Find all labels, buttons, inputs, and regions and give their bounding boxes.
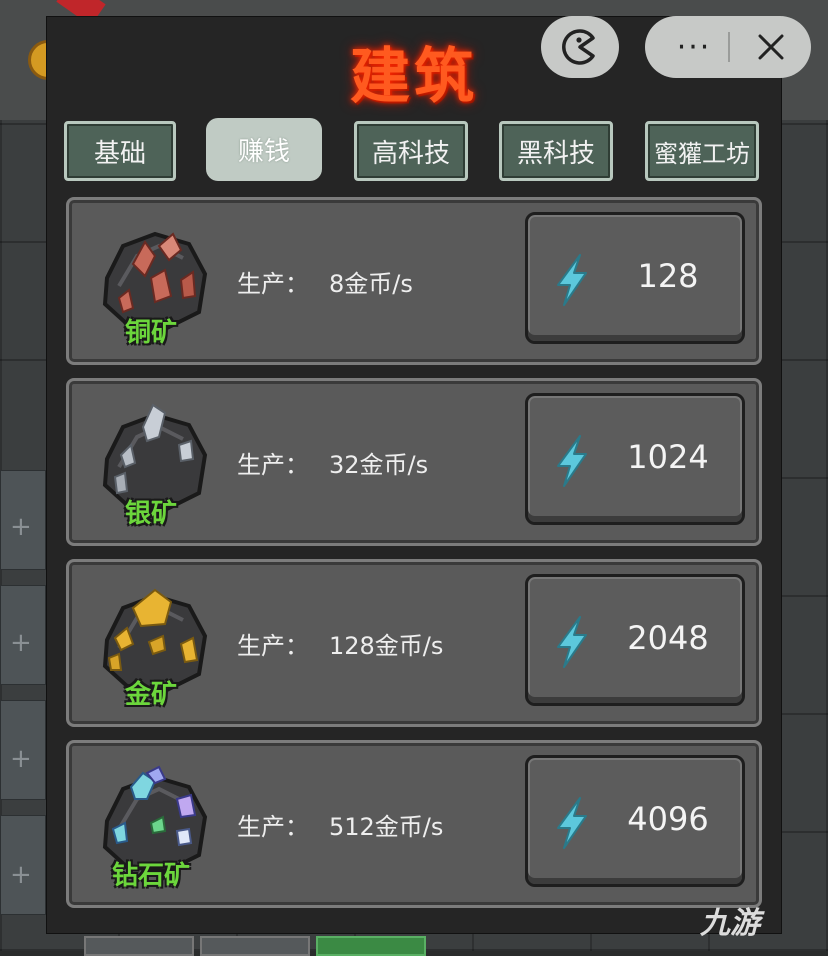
tab-high-tech[interactable]: 高科技: [354, 121, 468, 181]
cost-value: 4096: [627, 800, 709, 838]
building-row-silver: 银矿 生产： 32金币/s 1024: [66, 378, 762, 546]
lightning-icon: [557, 616, 587, 668]
production-value: 128金币/s: [329, 632, 444, 660]
capsule-divider: [728, 32, 730, 62]
production-label: 生产：: [237, 632, 309, 660]
background-button: [316, 936, 426, 956]
lightning-icon: [557, 435, 587, 487]
game-center-button[interactable]: [541, 16, 619, 78]
plus-icon: +: [10, 512, 32, 542]
plus-icon: +: [10, 628, 32, 658]
close-icon: [758, 34, 784, 60]
plus-icon: +: [10, 860, 32, 890]
mini-program-capsule: ···: [645, 16, 811, 78]
cost-value: 2048: [627, 619, 709, 657]
watermark: 九游: [700, 906, 760, 941]
building-name: 铜矿: [124, 318, 177, 348]
building-row-gold: 金矿 生产： 128金币/s 2048: [66, 559, 762, 727]
buy-button-diamond[interactable]: 4096: [525, 755, 745, 887]
more-dots-icon[interactable]: ···: [663, 16, 725, 78]
building-row-diamond: 钻石矿 生产： 512金币/s 4096: [66, 740, 762, 908]
buy-button-gold[interactable]: 2048: [525, 574, 745, 706]
building-row-copper: 铜矿 生产： 8金币/s 128: [66, 197, 762, 365]
cost-value: 128: [637, 257, 699, 295]
tab-black-tech[interactable]: 黑科技: [499, 121, 613, 181]
production-label: 生产：: [237, 813, 309, 841]
close-button[interactable]: [741, 16, 801, 78]
tab-basic[interactable]: 基础: [64, 121, 176, 181]
building-name: 钻石矿: [111, 861, 190, 891]
building-name: 银矿: [124, 499, 177, 529]
buy-button-silver[interactable]: 1024: [525, 393, 745, 525]
pacman-icon: [562, 29, 595, 65]
buy-button-copper[interactable]: 128: [525, 212, 745, 344]
background-button: [200, 936, 310, 956]
production-value: 8金币/s: [329, 270, 413, 298]
tab-money[interactable]: 赚钱: [206, 118, 322, 181]
production-value: 32金币/s: [329, 451, 429, 479]
production-label: 生产：: [237, 270, 309, 298]
lightning-icon: [557, 797, 587, 849]
building-name: 金矿: [124, 680, 177, 710]
tab-honey-badger-workshop[interactable]: 蜜獾工坊: [645, 121, 759, 181]
cost-value: 1024: [627, 438, 709, 476]
plus-icon: +: [10, 744, 32, 774]
production-value: 512金币/s: [329, 813, 444, 841]
production-label: 生产：: [237, 451, 309, 479]
lightning-icon: [557, 254, 587, 306]
background-button: [84, 936, 194, 956]
